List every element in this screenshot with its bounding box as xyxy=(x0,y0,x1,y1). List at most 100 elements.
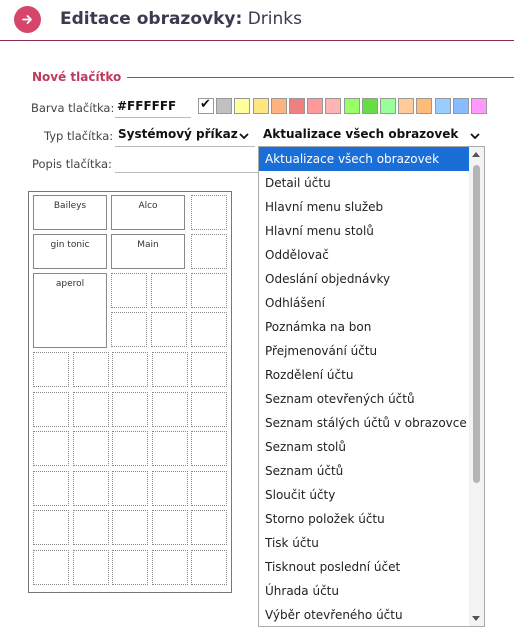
color-swatch[interactable] xyxy=(434,98,451,114)
grid-empty-cell[interactable] xyxy=(112,431,148,466)
grid-empty-cell[interactable] xyxy=(33,549,69,585)
title-prefix: Editace obrazovky: xyxy=(60,9,243,29)
back-button[interactable] xyxy=(14,6,41,33)
dropdown-option[interactable]: Úhrada účtu xyxy=(259,579,470,603)
grid-empty-cell[interactable] xyxy=(33,352,69,387)
grid-empty-cell[interactable] xyxy=(72,352,109,387)
grid-empty-cell[interactable] xyxy=(151,352,188,387)
page-header: Editace obrazovky: Drinks xyxy=(0,0,514,41)
type-label: Typ tlačítka: xyxy=(44,129,114,143)
color-swatch[interactable] xyxy=(307,98,324,114)
color-swatch[interactable] xyxy=(216,98,233,114)
dropdown-option[interactable]: Přejmenování účtu xyxy=(259,339,470,363)
grid-empty-cell[interactable] xyxy=(33,431,69,466)
dropdown-option[interactable]: Seznam otevřených účtů xyxy=(259,387,470,411)
grid-empty-cell[interactable] xyxy=(191,352,227,387)
scrollbar-thumb[interactable] xyxy=(473,165,480,483)
chevron-down-icon xyxy=(470,133,480,140)
grid-empty-cell[interactable] xyxy=(191,195,227,230)
dropdown-option[interactable]: Seznam stálých účtů v obrazovce xyxy=(259,411,470,435)
dropdown-option[interactable]: Odhlášení xyxy=(259,291,470,315)
grid-empty-cell[interactable] xyxy=(191,234,227,269)
command-select[interactable]: Aktualizace všech obrazovek xyxy=(263,127,458,141)
grid-empty-cell[interactable] xyxy=(112,510,148,545)
description-label: Popis tlačítka: xyxy=(32,157,112,171)
grid-empty-cell[interactable] xyxy=(72,391,109,427)
dropdown-option[interactable]: Detail účtu xyxy=(259,171,470,195)
grid-empty-cell[interactable] xyxy=(112,352,148,387)
dropdown-option[interactable]: Výběr otevřeného účtu xyxy=(259,603,470,626)
dropdown-option[interactable]: Sloučit účty xyxy=(259,483,470,507)
color-swatch[interactable] xyxy=(289,98,305,114)
dropdown-option[interactable]: Storno položek účtu xyxy=(259,507,470,531)
grid-empty-cell[interactable] xyxy=(151,470,188,506)
dropdown-option[interactable]: Hlavní menu stolů xyxy=(259,219,470,243)
grid-empty-cell[interactable] xyxy=(151,273,187,308)
dropdown-option[interactable]: Rozdělení účtu xyxy=(259,363,470,387)
grid-empty-cell[interactable] xyxy=(191,549,227,585)
grid-empty-cell[interactable] xyxy=(33,391,69,427)
grid-empty-cell[interactable] xyxy=(72,510,109,545)
screen-name: Drinks xyxy=(247,9,302,29)
dropdown-option[interactable]: Seznam stolů xyxy=(259,435,470,459)
color-swatch[interactable] xyxy=(270,98,287,114)
grid-button-label: gin tonic xyxy=(50,240,90,250)
dropdown-option[interactable]: Odeslání objednávky xyxy=(259,267,470,291)
grid-button-label: Alco xyxy=(138,201,158,211)
grid-button-baileys[interactable]: Baileys xyxy=(33,195,107,230)
dropdown-option[interactable]: Poznámka na bon xyxy=(259,315,470,339)
color-swatch[interactable] xyxy=(380,98,396,114)
scroll-up-arrow-icon[interactable] xyxy=(472,152,480,157)
grid-button-aperol[interactable]: aperol xyxy=(33,273,107,348)
color-swatch[interactable] xyxy=(416,98,433,114)
grid-empty-cell[interactable] xyxy=(72,549,109,585)
grid-empty-cell[interactable] xyxy=(151,549,188,585)
grid-empty-cell[interactable] xyxy=(111,312,147,347)
grid-button-alco[interactable]: Alco xyxy=(111,195,185,230)
grid-empty-cell[interactable] xyxy=(112,470,148,506)
grid-empty-cell[interactable] xyxy=(151,431,188,466)
grid-empty-cell[interactable] xyxy=(72,470,109,506)
color-swatch[interactable] xyxy=(234,98,251,114)
color-input[interactable]: #FFFFFF xyxy=(117,99,176,113)
dropdown-option[interactable]: Tisk účtu xyxy=(259,531,470,555)
grid-empty-cell[interactable] xyxy=(112,391,148,427)
grid-empty-cell[interactable] xyxy=(191,470,227,506)
dropdown-option[interactable]: Oddělovač xyxy=(259,243,470,267)
screen-layout-grid: Baileys Alco gin tonic Main aperol xyxy=(28,191,232,593)
grid-empty-cell[interactable] xyxy=(151,510,188,545)
checkmark-icon: ✔ xyxy=(200,97,211,112)
dropdown-option[interactable]: Aktualizace všech obrazovek xyxy=(259,147,470,171)
grid-empty-cell[interactable] xyxy=(33,510,69,545)
grid-empty-cell[interactable] xyxy=(151,391,188,427)
grid-empty-cell[interactable] xyxy=(112,549,148,585)
grid-empty-cell[interactable] xyxy=(151,312,187,347)
dropdown-option[interactable]: Seznam účtů xyxy=(259,459,470,483)
color-swatch[interactable] xyxy=(452,98,469,114)
color-swatch[interactable] xyxy=(361,98,378,114)
grid-empty-cell[interactable] xyxy=(72,431,109,466)
grid-empty-cell[interactable] xyxy=(191,312,227,347)
color-swatch[interactable] xyxy=(252,98,269,114)
grid-button-main[interactable]: Main xyxy=(111,234,185,269)
grid-empty-cell[interactable] xyxy=(111,273,147,308)
color-input-underline xyxy=(115,117,191,118)
type-select[interactable]: Systémový příkaz xyxy=(118,127,238,141)
dropdown-scrollbar[interactable] xyxy=(469,147,484,626)
dropdown-option[interactable]: Tisknout poslední účet xyxy=(259,555,470,579)
color-swatch[interactable] xyxy=(398,98,415,114)
color-swatch[interactable] xyxy=(471,98,487,114)
grid-empty-cell[interactable] xyxy=(191,431,227,466)
grid-empty-cell[interactable] xyxy=(33,470,69,506)
color-swatch[interactable] xyxy=(343,98,360,114)
grid-empty-cell[interactable] xyxy=(191,510,227,545)
grid-button-gin-tonic[interactable]: gin tonic xyxy=(33,234,107,269)
color-swatch-selected[interactable]: ✔ xyxy=(198,97,214,114)
command-dropdown-list[interactable]: Aktualizace všech obrazovek Detail účtu Hl… xyxy=(258,146,485,627)
grid-empty-cell[interactable] xyxy=(191,273,227,308)
description-input[interactable] xyxy=(115,172,260,173)
grid-empty-cell[interactable] xyxy=(191,391,227,427)
color-swatch[interactable] xyxy=(325,98,342,114)
dropdown-option[interactable]: Hlavní menu služeb xyxy=(259,195,470,219)
scroll-down-arrow-icon[interactable] xyxy=(472,616,480,621)
